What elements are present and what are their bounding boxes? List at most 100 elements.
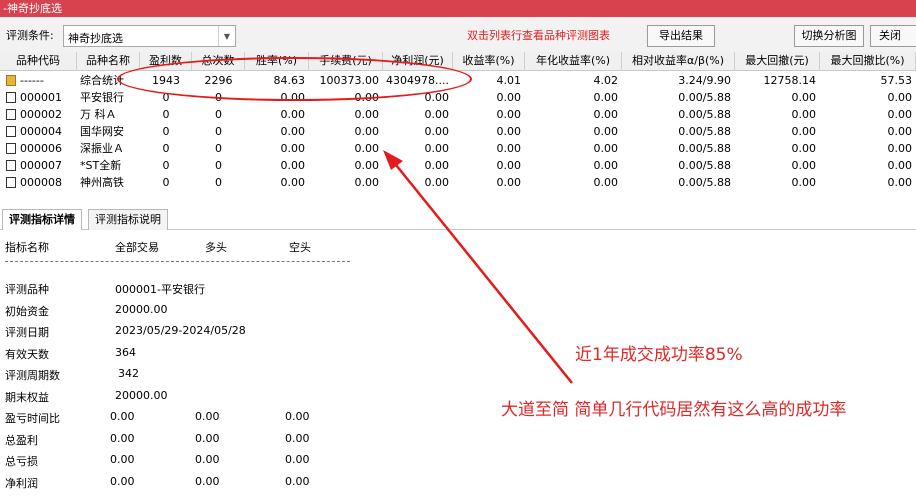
stock-icon (6, 143, 16, 154)
window-title: -神奇抄底选 (0, 0, 916, 17)
table-row[interactable]: 000001 平安银行 0 0 0.00 0.00 0.00 0.00 0.00 0.00/5.8… (0, 89, 916, 106)
table-cell: 0.00 (887, 108, 913, 121)
table-cell: 0.00 (280, 125, 306, 138)
metric-value: 0.00 (110, 410, 135, 423)
double-click-hint: 双击列表行查看品种评测图表 (467, 29, 610, 42)
table-cell: 0.00 (593, 176, 619, 189)
table-cell: 0 (162, 176, 170, 189)
metric-value: 0.00 (285, 431, 310, 445)
table-row[interactable]: 000006 深振业Ａ 0 0 0.00 0.00 0.00 0.00 0.00 0.00/5.8… (0, 140, 916, 157)
table-cell: ------ (20, 74, 44, 87)
table-cell: 0.00 (354, 125, 380, 138)
metric-label: 有效天数 (5, 347, 49, 361)
table-cell: 0.00 (593, 108, 619, 121)
column-header[interactable]: 品种代码 (0, 52, 77, 71)
close-button[interactable]: 关闭 (870, 25, 916, 47)
switch-chart-button[interactable]: 切换分析图 (794, 25, 864, 47)
table-cell: 0.00 (593, 159, 619, 172)
column-header[interactable]: 收益率(%) (453, 52, 525, 71)
table-cell: 4.02 (593, 74, 619, 87)
header-all-trades: 全部交易 (115, 241, 159, 254)
table-cell: 0.00 (354, 108, 380, 121)
table-cell: 0 (215, 108, 222, 121)
column-header[interactable]: 最大回撤(元) (735, 52, 820, 71)
table-cell: 深振业Ａ (80, 142, 124, 155)
table-row[interactable]: 000004 国华网安 0 0 0.00 0.00 0.00 0.00 0.00 0.00/5.8… (0, 123, 916, 140)
table-cell: 0.00/5.88 (678, 142, 731, 155)
table-row[interactable]: 000002 万 科Ａ 0 0 0.00 0.00 0.00 0.00 0.00 0.00/5.8… (0, 106, 916, 123)
table-cell: 0.00 (887, 176, 913, 189)
table-cell: 0.00 (280, 108, 306, 121)
tab-metric-details[interactable]: 评测指标详情 (2, 209, 82, 230)
table-cell: 000008 (20, 176, 62, 189)
metric-label: 期末权益 (5, 390, 49, 404)
table-cell: 0.00 (593, 125, 619, 138)
export-button[interactable]: 导出结果 (647, 25, 715, 47)
header-short: 空头 (289, 241, 311, 254)
table-cell: 0.00 (887, 159, 913, 172)
metric-value: 000001-平安银行 (115, 283, 205, 296)
folder-icon (6, 75, 16, 86)
table-cell: 0 (215, 125, 222, 138)
metric-value: 342 (118, 367, 139, 380)
metric-label: 评测周期数 (5, 369, 60, 382)
table-cell: 国华网安 (80, 125, 124, 138)
table-cell: 0.00 (496, 108, 522, 121)
table-cell: 000004 (20, 125, 62, 138)
metric-label: 初始资金 (5, 304, 49, 318)
table-cell: 0.00 (791, 91, 817, 104)
header-metric-name: 指标名称 (5, 241, 49, 254)
metric-value: 0.00 (285, 474, 310, 488)
table-cell: 0.00 (424, 125, 450, 138)
column-header[interactable]: 最大回撤比(%) (820, 52, 916, 71)
table-cell: 0.00 (791, 142, 817, 155)
toolbar: 评测条件: 神奇抄底选 ▼ 双击列表行查看品种评测图表 导出结果 切换分析图 关… (0, 17, 916, 52)
table-cell: 000002 (20, 108, 62, 121)
table-cell: 0.00 (424, 176, 450, 189)
table-cell: 0 (162, 125, 170, 138)
table-cell: 0 (162, 108, 170, 121)
tab-metric-help[interactable]: 评测指标说明 (88, 209, 168, 230)
chevron-down-icon[interactable]: ▼ (218, 26, 235, 46)
table-row[interactable]: 000007 *ST全新 0 0 0.00 0.00 0.00 0.00 0.00 0.00/5.… (0, 157, 916, 174)
table-cell: 0.00 (424, 142, 450, 155)
table-cell: 0.00 (496, 142, 522, 155)
column-header[interactable]: 相对收益率α/β(%) (622, 52, 735, 71)
metric-value: 0.00 (195, 474, 220, 488)
table-cell: 0.00 (593, 142, 619, 155)
condition-select[interactable]: 神奇抄底选 ▼ (63, 25, 236, 47)
stock-icon (6, 109, 16, 120)
stock-icon (6, 160, 16, 171)
table-cell: 0.00 (354, 176, 380, 189)
table-cell: 0.00 (496, 125, 522, 138)
table-cell: 000001 (20, 91, 62, 104)
table-cell: 0.00/5.88 (678, 176, 731, 189)
table-cell: 0 (162, 159, 170, 172)
metric-value: 0.00 (110, 474, 135, 488)
table-cell: 0.00 (354, 142, 380, 155)
column-header[interactable]: 年化收益率(%) (525, 52, 622, 71)
detail-panel: 指标名称 全部交易 多头 空头 评测品种 000001-平安银行 初始资金 20000… (0, 231, 916, 503)
table-cell: 0 (215, 159, 222, 172)
table-cell: 0 (215, 142, 222, 155)
detail-tabs: 评测指标详情 评测指标说明 (0, 206, 916, 230)
metric-value: 2023/05/29-2024/05/28 (115, 324, 246, 337)
column-header[interactable]: 品种名称 (77, 52, 140, 71)
table-cell: 0.00 (354, 159, 380, 172)
annotation-success-rate: 近1年成交成功率85% (575, 345, 743, 365)
table-cell: 0.00/5.88 (678, 91, 731, 104)
metric-value: 0.00 (195, 410, 220, 423)
metric-value: 0.00 (110, 431, 135, 445)
table-cell: *ST全新 (80, 159, 122, 172)
stock-icon (6, 177, 16, 188)
table-cell: 0.00 (791, 176, 817, 189)
condition-value: 神奇抄底选 (68, 32, 123, 45)
table-row[interactable]: 000008 神州高铁 0 0 0.00 0.00 0.00 0.00 0.00 0.00/5.8… (0, 174, 916, 191)
table-cell: 000006 (20, 142, 62, 155)
metric-value: 364 (115, 345, 136, 359)
metric-value: 20000.00 (115, 302, 168, 316)
table-cell: 57.53 (880, 74, 913, 87)
table-cell: 0.00 (887, 142, 913, 155)
table-cell: 0.00/5.88 (678, 108, 731, 121)
table-cell: 0.00 (280, 142, 306, 155)
